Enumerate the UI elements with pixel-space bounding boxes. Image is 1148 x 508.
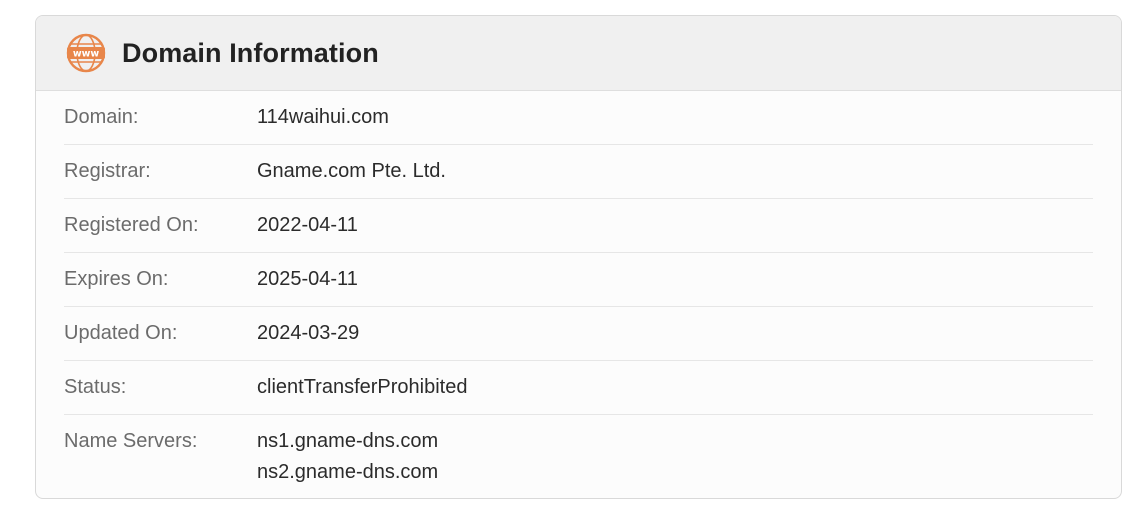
- row-label: Registered On:: [64, 214, 199, 236]
- row-value: 2024-03-29: [257, 322, 360, 344]
- row-registered-on: Registered On: 2022-04-11: [64, 199, 1093, 253]
- row-label: Expires On:: [64, 268, 169, 290]
- row-value: 114waihui.com: [257, 106, 389, 128]
- name-server-item: ns1.gname-dns.com: [257, 430, 439, 452]
- www-icon-text: www: [73, 49, 100, 60]
- card-header: www Domain Information: [36, 16, 1121, 91]
- name-server-item: ns2.gname-dns.com: [257, 461, 439, 483]
- row-status: Status: clientTransferProhibited: [64, 361, 1093, 415]
- card-title: Domain Information: [122, 37, 379, 68]
- row-updated-on: Updated On: 2024-03-29: [64, 307, 1093, 361]
- row-value: 2022-04-11: [257, 214, 358, 236]
- row-value: Gname.com Pte. Ltd.: [257, 160, 446, 182]
- row-label: Status:: [64, 376, 127, 398]
- row-label: Domain:: [64, 106, 139, 128]
- row-expires-on: Expires On: 2025-04-11: [64, 253, 1093, 307]
- row-name-servers: Name Servers: ns1.gname-dns.com ns2.gnam…: [64, 415, 1093, 485]
- row-domain: Domain: 114waihui.com: [64, 91, 1093, 145]
- row-value: clientTransferProhibited: [257, 376, 468, 398]
- www-globe-icon: www: [66, 33, 106, 73]
- row-registrar: Registrar: Gname.com Pte. Ltd.: [64, 145, 1093, 199]
- domain-info-card: www Domain Information Domain: 114waihui…: [35, 15, 1122, 499]
- row-label: Updated On:: [64, 322, 178, 344]
- name-server-list: ns1.gname-dns.com ns2.gname-dns.com: [257, 428, 438, 485]
- row-label: Name Servers:: [64, 430, 198, 452]
- row-label: Registrar:: [64, 160, 151, 182]
- domain-info-list: Domain: 114waihui.com Registrar: Gname.c…: [36, 91, 1121, 485]
- row-value: 2025-04-11: [257, 268, 358, 290]
